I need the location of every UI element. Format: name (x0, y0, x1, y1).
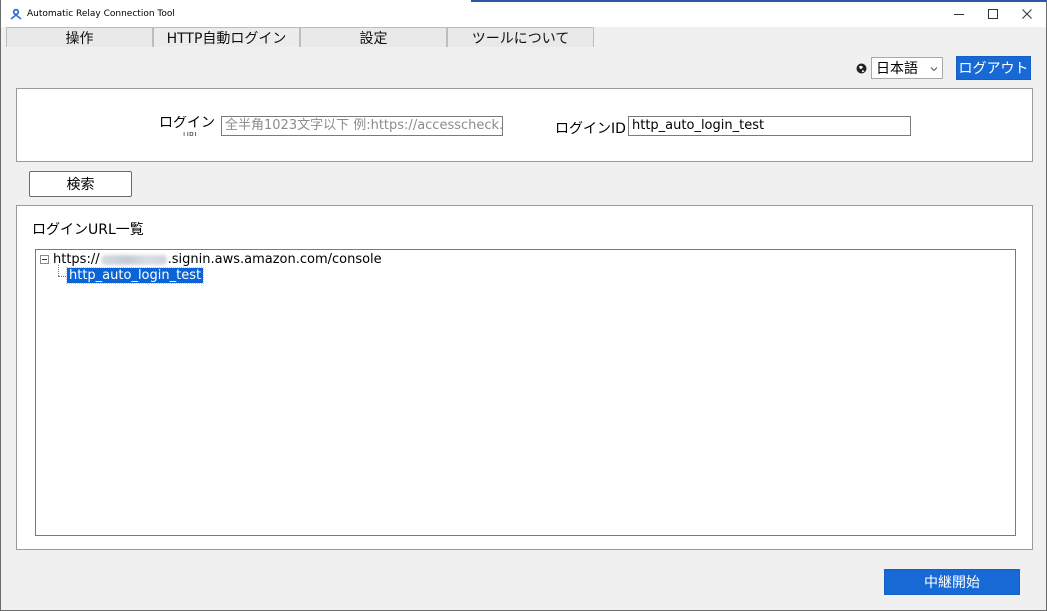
title-accent-line (471, 0, 1047, 2)
tree-connector (58, 265, 59, 276)
tree-connector (58, 276, 66, 277)
tab-operation[interactable]: 操作 (6, 27, 153, 47)
title-bar[interactable]: Automatic Relay Connection Tool (1, 0, 1046, 27)
tree-root-suffix: .signin.aws.amazon.com/console (167, 252, 382, 267)
language-select-value: 日本語 (876, 61, 918, 77)
tab-about[interactable]: ツールについて (447, 27, 594, 47)
language-select[interactable]: 日本語 (871, 57, 943, 79)
tree-item-child-selected[interactable]: http_auto_login_test (65, 267, 205, 284)
close-button[interactable] (1005, 0, 1047, 27)
login-id-label: ログインID (555, 121, 626, 137)
tab-strip: 操作 HTTP自動ログイン 設定 ツールについて (6, 27, 594, 47)
login-url-label: ログイン (159, 116, 215, 131)
maximize-icon (988, 8, 998, 19)
tree-root-prefix: https:// (53, 252, 100, 267)
language-area: 日本語 (856, 57, 943, 79)
app-logo-icon (10, 8, 22, 20)
collapse-icon[interactable] (40, 255, 49, 264)
logout-button[interactable]: ログアウト (956, 56, 1031, 80)
window-title: Automatic Relay Connection Tool (27, 9, 175, 19)
minimize-icon (954, 13, 964, 15)
app-window: Automatic Relay Connection Tool 操作 HTTP自… (0, 0, 1047, 611)
redacted-account-id (100, 254, 167, 265)
chevron-down-icon (930, 67, 938, 72)
login-id-input[interactable]: http_auto_login_test (628, 116, 911, 136)
globe-icon (856, 63, 867, 73)
tab-http-auto-login[interactable]: HTTP自動ログイン (153, 27, 300, 47)
search-button[interactable]: 検索 (29, 171, 132, 197)
login-url-list-title: ログインURL一覧 (32, 222, 144, 238)
login-url-input[interactable]: 全半角1023文字以下 例:https://accesscheck.exampl… (221, 116, 503, 136)
login-url-tree[interactable] (35, 249, 1016, 536)
tab-settings[interactable]: 設定 (300, 27, 447, 47)
login-url-sublabel: URL (183, 132, 199, 136)
tree-item-root[interactable]: https:// .signin.aws.amazon.com/console (53, 252, 382, 267)
close-icon (1022, 8, 1032, 19)
relay-start-button[interactable]: 中継開始 (884, 569, 1020, 595)
